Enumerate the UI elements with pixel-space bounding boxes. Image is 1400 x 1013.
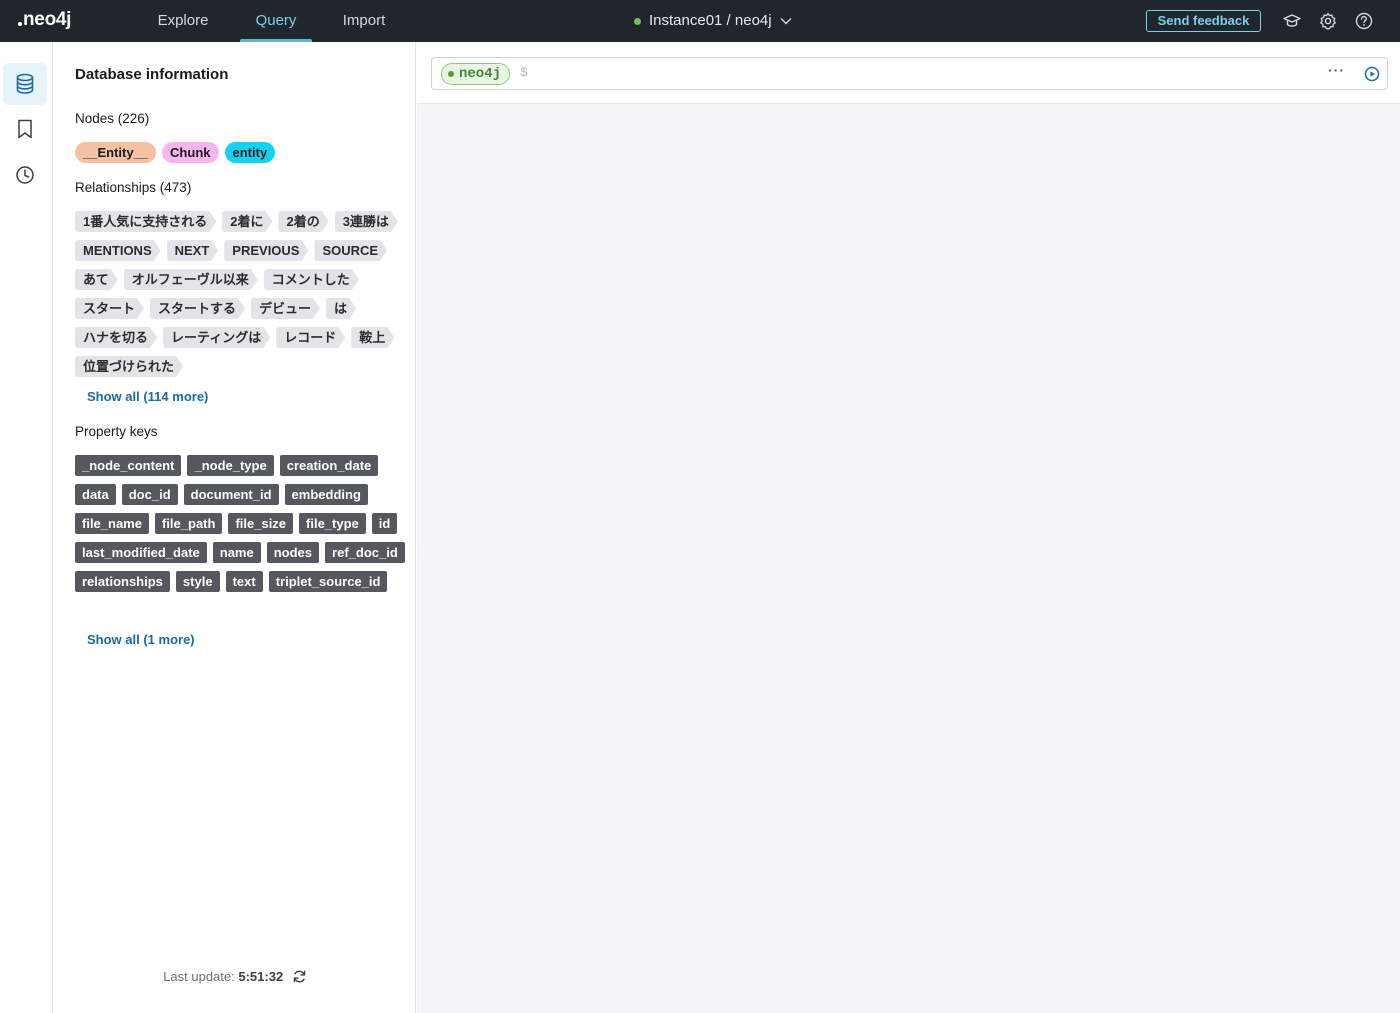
property-key-chip[interactable]: name <box>212 542 261 563</box>
last-update-time: 5:51:32 <box>238 969 284 984</box>
property-keys-heading: Property keys <box>75 424 158 439</box>
last-update-label: Last update: <box>163 969 235 984</box>
property-key-chip[interactable]: _node_type <box>187 455 274 476</box>
relationships-heading: Relationships (473) <box>75 180 192 195</box>
relationships-show-all-link[interactable]: Show all (114 more) <box>87 389 208 404</box>
panel-title: Database information <box>75 66 229 83</box>
cypher-editor[interactable]: neo4j $ ··· <box>431 57 1388 90</box>
relationship-type-chip[interactable]: レコード <box>276 327 345 348</box>
node-label-list: __Entity__ Chunk entity <box>75 142 405 163</box>
tab-import[interactable]: Import <box>330 0 398 42</box>
relationship-type-chip[interactable]: デビュー <box>251 298 320 319</box>
relationship-type-chip[interactable]: SOURCE <box>314 240 387 261</box>
tab-query[interactable]: Query <box>240 0 312 42</box>
database-name: neo4j <box>459 66 502 82</box>
node-label-chip[interactable]: entity <box>224 142 276 163</box>
relationship-type-chip[interactable]: 1番人気に支持される <box>75 211 216 232</box>
relationship-type-chip[interactable]: 2着の <box>278 211 328 232</box>
property-key-chip[interactable]: ref_doc_id <box>325 542 405 563</box>
last-update-status: Last update: 5:51:32 <box>54 969 416 984</box>
relationship-type-chip[interactable]: コメントした <box>264 269 359 290</box>
help-icon[interactable] <box>1354 11 1374 31</box>
cypher-prompt: $ <box>520 65 528 80</box>
query-history-button[interactable] <box>3 154 47 196</box>
gear-icon[interactable] <box>1318 11 1338 31</box>
database-selector-pill[interactable]: neo4j <box>441 63 511 85</box>
relationship-type-list: 1番人気に支持される 2着に 2着の 3連勝は MENTIONS NEXT PREVIOUS… <box>75 211 405 377</box>
property-key-list: _node_content _node_type creation_datedata… <box>75 455 405 592</box>
property-key-chip[interactable]: _node_content <box>75 455 182 476</box>
relationship-type-chip[interactable]: NEXT <box>167 240 219 261</box>
relationship-type-chip[interactable]: スタート <box>75 298 144 319</box>
connection-status-icon <box>634 17 641 25</box>
relationship-type-chip[interactable]: は <box>326 298 356 319</box>
database-information-panel: Database information Nodes (226) __Entit… <box>54 42 416 1013</box>
send-feedback-button[interactable]: Send feedback <box>1146 10 1261 32</box>
chevron-down-icon <box>780 18 792 25</box>
relationship-type-chip[interactable]: PREVIOUS <box>224 240 308 261</box>
relationship-type-chip[interactable]: スタートする <box>150 298 245 319</box>
property-key-chip[interactable]: relationships <box>75 571 170 592</box>
database-info-button[interactable] <box>3 63 47 105</box>
relationship-type-chip[interactable]: 3連勝は <box>335 211 398 232</box>
property-key-chip[interactable]: embedding <box>284 484 368 505</box>
property-key-chip[interactable]: creation_date <box>279 455 379 476</box>
node-label-chip[interactable]: __Entity__ <box>75 142 157 163</box>
bookmark-icon <box>18 119 32 139</box>
property-key-chip[interactable]: text <box>225 571 263 592</box>
nodes-heading: Nodes (226) <box>75 111 150 126</box>
query-workspace: neo4j $ ··· <box>417 42 1400 1013</box>
property-key-chip[interactable]: file_name <box>75 513 149 534</box>
relationship-type-chip[interactable]: レーティングは <box>163 327 270 348</box>
graduation-cap-icon[interactable] <box>1282 11 1302 31</box>
tab-explore[interactable]: Explore <box>146 0 220 42</box>
property-key-chip[interactable]: style <box>175 571 220 592</box>
property-key-chip[interactable]: triplet_source_id <box>268 571 388 592</box>
more-options-icon[interactable]: ··· <box>1328 62 1345 78</box>
run-query-icon[interactable] <box>1364 66 1380 82</box>
property-key-chip[interactable]: last_modified_date <box>75 542 207 563</box>
history-icon <box>16 166 34 184</box>
property-key-chip[interactable]: document_id <box>183 484 279 505</box>
property-key-chip[interactable]: file_type <box>299 513 366 534</box>
node-label-chip[interactable]: Chunk <box>162 142 219 163</box>
property-keys-show-all-link[interactable]: Show all (1 more) <box>87 632 195 647</box>
top-bar: neo4j Explore Query Import Instance01 / … <box>0 0 1400 42</box>
editor-strip: neo4j $ ··· <box>417 42 1400 104</box>
property-key-chip[interactable]: file_size <box>228 513 294 534</box>
saved-cypher-button[interactable] <box>3 108 47 150</box>
icon-rail <box>0 42 53 1013</box>
property-key-chip[interactable]: nodes <box>266 542 320 563</box>
relationship-type-chip[interactable]: 2着に <box>222 211 272 232</box>
property-key-chip[interactable]: doc_id <box>121 484 178 505</box>
relationship-type-chip[interactable]: MENTIONS <box>75 240 161 261</box>
relationship-type-chip[interactable]: ハナを切る <box>75 327 157 348</box>
database-icon <box>16 73 34 94</box>
property-key-chip[interactable]: data <box>75 484 116 505</box>
instance-label: Instance01 / neo4j <box>649 12 772 29</box>
database-status-icon <box>448 71 454 77</box>
property-key-chip[interactable]: id <box>371 513 398 534</box>
property-key-chip[interactable]: file_path <box>154 513 223 534</box>
instance-selector[interactable]: Instance01 / neo4j <box>634 0 792 42</box>
relationship-type-chip[interactable]: オルフェーヴル以来 <box>124 269 258 290</box>
neo4j-logo[interactable]: neo4j <box>18 9 71 31</box>
relationship-type-chip[interactable]: 位置づけられた <box>75 356 183 377</box>
refresh-icon[interactable] <box>292 969 307 984</box>
relationship-type-chip[interactable]: 鞍上 <box>351 327 394 348</box>
relationship-type-chip[interactable]: あて <box>75 269 118 290</box>
